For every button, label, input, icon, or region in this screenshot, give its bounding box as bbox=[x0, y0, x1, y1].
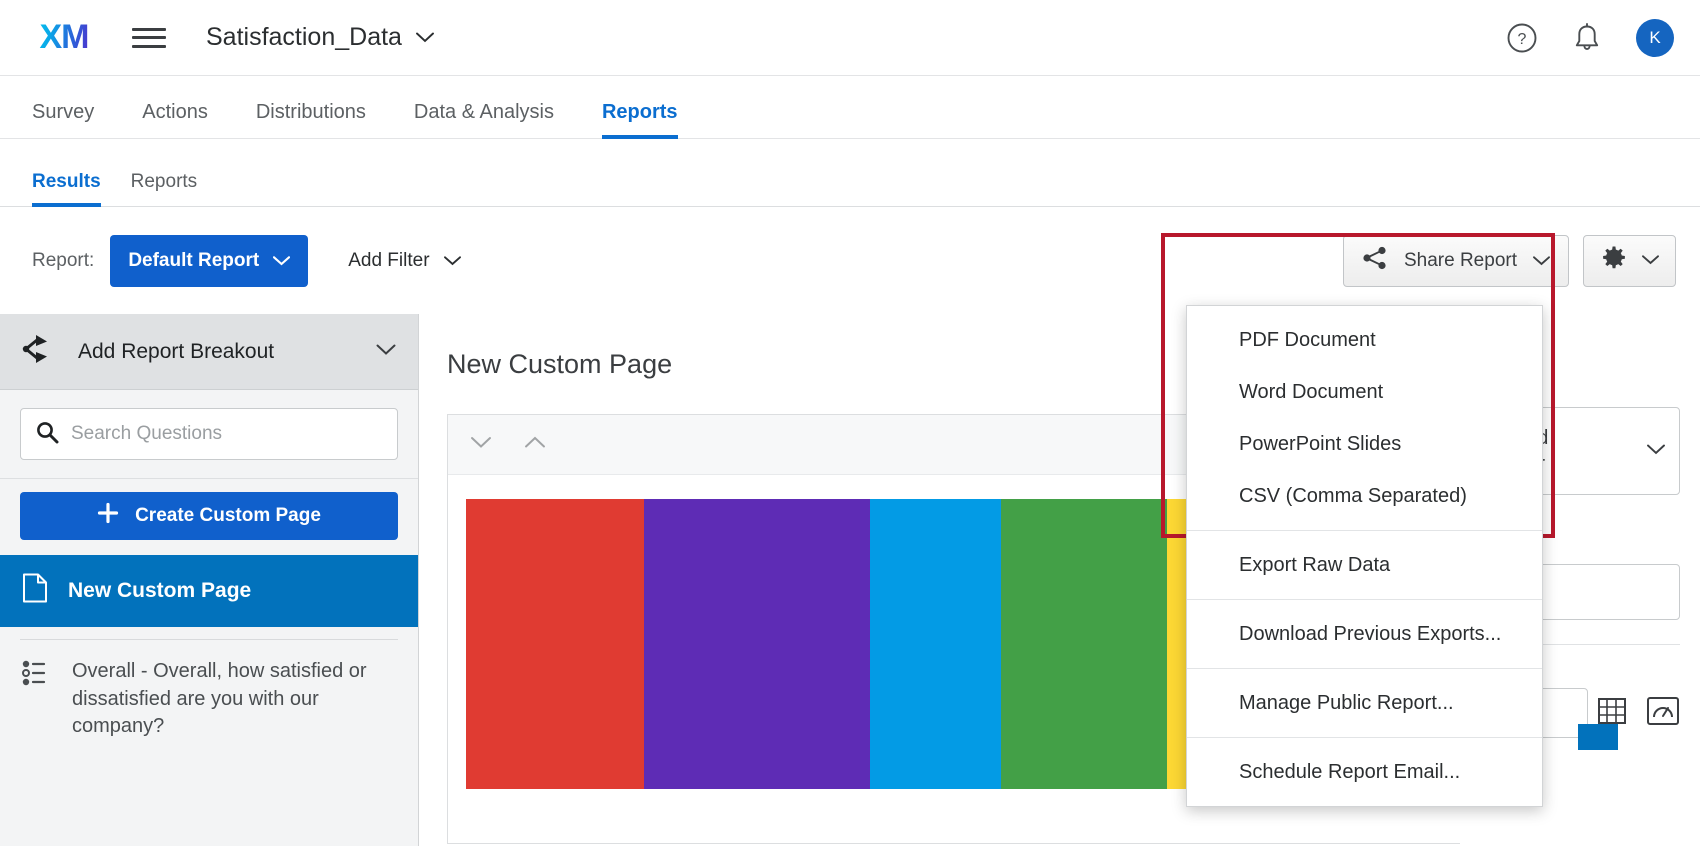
qualtrics-reports-page: XM Satisfaction_Data ? bbox=[0, 0, 1700, 846]
chevron-down-icon bbox=[444, 250, 461, 272]
help-icon[interactable]: ? bbox=[1506, 22, 1538, 54]
menu-item-pdf-document[interactable]: PDF Document bbox=[1187, 314, 1542, 366]
search-input[interactable] bbox=[71, 423, 383, 445]
share-nodes-icon bbox=[1362, 246, 1388, 276]
breakout-label: Add Report Breakout bbox=[78, 340, 274, 364]
search-icon bbox=[35, 420, 59, 449]
chevron-down-icon bbox=[416, 32, 434, 43]
share-manage-group: Manage Public Report... bbox=[1187, 669, 1542, 737]
grid-table-icon[interactable] bbox=[1596, 696, 1628, 731]
menu-item-download-previous-exports[interactable]: Download Previous Exports... bbox=[1187, 608, 1542, 660]
main-navigation: Survey Actions Distributions Data & Anal… bbox=[0, 76, 1700, 139]
add-filter-button[interactable]: Add Filter bbox=[334, 235, 474, 287]
create-custom-page-button[interactable]: Create Custom Page bbox=[20, 492, 398, 540]
list-question-icon bbox=[22, 658, 52, 741]
hamburger-menu-icon[interactable] bbox=[132, 25, 166, 51]
nav-item-distributions[interactable]: Distributions bbox=[256, 101, 366, 138]
share-report-menu: PDF Document Word Document PowerPoint Sl… bbox=[1186, 305, 1543, 807]
xm-logo[interactable]: XM bbox=[32, 18, 96, 58]
bar-segment-0[interactable] bbox=[466, 499, 644, 789]
bar-segment-1[interactable] bbox=[644, 499, 870, 789]
topbar-actions: ? K bbox=[1506, 19, 1674, 57]
search-questions-box[interactable] bbox=[20, 408, 398, 460]
sidebar-item-new-custom-page[interactable]: New Custom Page bbox=[0, 555, 418, 627]
chevron-up-icon[interactable] bbox=[524, 436, 546, 454]
create-custom-page-label: Create Custom Page bbox=[135, 505, 321, 527]
chevron-down-icon bbox=[1533, 250, 1550, 272]
gauge-chart-icon[interactable] bbox=[1646, 696, 1680, 731]
sidebar-question-item[interactable]: Overall - Overall, how satisfied or diss… bbox=[0, 640, 418, 741]
page-file-icon bbox=[22, 573, 48, 609]
svg-text:?: ? bbox=[1518, 31, 1527, 48]
report-label: Report: bbox=[32, 250, 94, 272]
user-avatar[interactable]: K bbox=[1636, 19, 1674, 57]
top-bar: XM Satisfaction_Data ? bbox=[0, 0, 1700, 76]
menu-item-manage-public-report[interactable]: Manage Public Report... bbox=[1187, 677, 1542, 729]
create-page-section: Create Custom Page bbox=[0, 479, 418, 555]
share-report-button[interactable]: Share Report bbox=[1343, 235, 1569, 287]
menu-item-csv[interactable]: CSV (Comma Separated) bbox=[1187, 470, 1542, 522]
tab-reports[interactable]: Reports bbox=[131, 171, 198, 206]
chevron-down-icon bbox=[1642, 253, 1659, 268]
sidebar-question-label: Overall - Overall, how satisfied or diss… bbox=[72, 658, 394, 741]
page-title: New Custom Page bbox=[447, 349, 672, 380]
nav-item-data-analysis[interactable]: Data & Analysis bbox=[414, 101, 554, 138]
share-downloads-group: Download Previous Exports... bbox=[1187, 600, 1542, 668]
menu-item-powerpoint-slides[interactable]: PowerPoint Slides bbox=[1187, 418, 1542, 470]
sub-navigation: Results Reports bbox=[0, 139, 1700, 207]
toolbar-right-actions: Share Report bbox=[1343, 235, 1676, 287]
gear-icon bbox=[1600, 245, 1628, 276]
chevron-down-icon bbox=[273, 250, 290, 272]
project-title-dropdown[interactable]: Satisfaction_Data bbox=[206, 23, 434, 52]
share-schedule-group: Schedule Report Email... bbox=[1187, 738, 1542, 806]
chevron-down-icon bbox=[1647, 442, 1665, 460]
bar-segment-3[interactable] bbox=[1001, 499, 1167, 789]
default-report-button[interactable]: Default Report bbox=[110, 235, 308, 287]
report-settings-button[interactable] bbox=[1583, 235, 1676, 287]
search-section bbox=[0, 390, 418, 479]
sidebar-page-label: New Custom Page bbox=[68, 579, 251, 603]
menu-item-export-raw-data[interactable]: Export Raw Data bbox=[1187, 539, 1542, 591]
add-filter-label: Add Filter bbox=[348, 250, 429, 272]
add-report-breakout-button[interactable]: Add Report Breakout bbox=[0, 314, 418, 390]
menu-item-schedule-report-email[interactable]: Schedule Report Email... bbox=[1187, 746, 1542, 798]
nav-item-actions[interactable]: Actions bbox=[142, 101, 208, 138]
bar-segment-2[interactable] bbox=[870, 499, 1001, 789]
tab-results[interactable]: Results bbox=[32, 171, 101, 206]
share-report-label: Share Report bbox=[1404, 250, 1517, 272]
report-sidebar: Add Report Breakout bbox=[0, 314, 419, 846]
plus-icon bbox=[97, 502, 119, 530]
chevron-down-icon[interactable] bbox=[470, 436, 492, 454]
report-toolbar: Report: Default Report Add Filter bbox=[0, 207, 1700, 314]
menu-item-word-document[interactable]: Word Document bbox=[1187, 366, 1542, 418]
bell-icon[interactable] bbox=[1572, 22, 1602, 54]
project-title-label: Satisfaction_Data bbox=[206, 23, 402, 52]
breakout-branch-icon bbox=[22, 334, 56, 369]
share-rawdata-group: Export Raw Data bbox=[1187, 531, 1542, 599]
default-report-label: Default Report bbox=[128, 250, 259, 272]
chevron-down-icon bbox=[376, 343, 396, 361]
nav-item-survey[interactable]: Survey bbox=[32, 101, 94, 138]
nav-item-reports[interactable]: Reports bbox=[602, 101, 678, 138]
share-export-group: PDF Document Word Document PowerPoint Sl… bbox=[1187, 306, 1542, 530]
